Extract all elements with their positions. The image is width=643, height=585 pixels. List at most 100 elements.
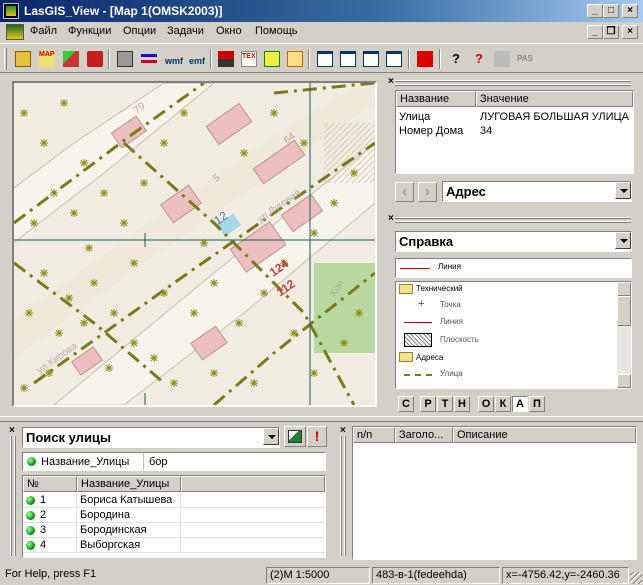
resize-grip[interactable] xyxy=(630,572,642,584)
column-header[interactable]: Название_Улицы xyxy=(77,476,181,492)
emf-export-icon[interactable]: emf xyxy=(186,48,208,70)
red-p-icon[interactable] xyxy=(414,48,436,70)
chevron-down-icon[interactable] xyxy=(263,428,279,445)
table-row[interactable]: 1 Бориса Катышева xyxy=(23,493,325,508)
column-header[interactable]: Описание xyxy=(453,427,636,443)
window-list-icon[interactable] xyxy=(360,48,382,70)
doc-restore-button[interactable]: ❐ xyxy=(603,25,619,39)
menu-tasks[interactable]: Задачи xyxy=(167,25,204,37)
tree-symbol xyxy=(270,109,278,117)
abc-button-active[interactable]: А xyxy=(512,396,528,412)
table-row[interactable]: 3 Бородинская xyxy=(23,523,325,538)
horizontal-splitter[interactable] xyxy=(0,416,643,422)
legend-item[interactable]: Линия xyxy=(440,317,463,326)
menu-options[interactable]: Опции xyxy=(123,25,156,37)
panel-grip[interactable] xyxy=(395,80,631,88)
status-dot-icon xyxy=(26,496,35,508)
chevron-down-icon[interactable] xyxy=(615,232,631,249)
book-icon[interactable] xyxy=(84,48,106,70)
doc-minimize-button[interactable]: _ xyxy=(587,25,603,39)
minimize-button[interactable]: _ xyxy=(587,4,603,18)
window-info-icon[interactable] xyxy=(314,48,336,70)
legend-item[interactable]: Плоскость xyxy=(440,335,479,344)
grid-icon[interactable] xyxy=(284,48,306,70)
tree-symbol xyxy=(170,379,178,387)
close-icon[interactable]: × xyxy=(9,425,15,436)
column-header[interactable]: Заголо... xyxy=(395,427,453,443)
menu-help[interactable]: Помощь xyxy=(255,25,298,37)
status-dot-icon xyxy=(26,541,35,553)
execute-button[interactable]: ! xyxy=(307,426,327,447)
table-row[interactable]: 2 Бородина xyxy=(23,508,325,523)
abc-button[interactable]: Р xyxy=(420,396,436,412)
open-folder-icon[interactable] xyxy=(12,48,34,70)
menu-bar: Файл Функции Опции Задачи Окно Помощь _ … xyxy=(0,22,643,42)
doc-icon[interactable] xyxy=(6,24,24,40)
tree-symbol xyxy=(160,139,168,147)
close-icon[interactable]: × xyxy=(388,76,394,87)
print-icon[interactable] xyxy=(114,48,136,70)
tex-icon[interactable]: TEX xyxy=(238,48,260,70)
legend-combo[interactable]: Справка xyxy=(395,231,632,252)
abc-button[interactable]: К xyxy=(495,396,511,412)
prev-button[interactable]: ‹ xyxy=(395,182,414,202)
app-icon[interactable] xyxy=(3,3,19,19)
column-header[interactable]: n/n xyxy=(353,427,395,443)
legend-group[interactable]: Адреса xyxy=(416,353,443,362)
abc-button[interactable]: С xyxy=(398,396,414,412)
close-button[interactable]: × xyxy=(622,4,638,18)
exchange-icon[interactable] xyxy=(138,48,160,70)
abc-button[interactable]: Т xyxy=(437,396,453,412)
scroll-thumb[interactable] xyxy=(617,296,631,326)
window-save-icon[interactable] xyxy=(383,48,405,70)
scrollbar[interactable] xyxy=(617,282,631,388)
scroll-down-button[interactable] xyxy=(617,374,631,388)
table-row[interactable]: 4 Выборгская xyxy=(23,538,325,553)
layers-icon[interactable] xyxy=(60,48,82,70)
legend-item[interactable]: Точка xyxy=(440,300,461,309)
legend-item[interactable]: Улица xyxy=(440,369,463,378)
pas-icon[interactable]: PAS xyxy=(514,48,536,70)
legend-tree[interactable]: Технический + Точка Линия Плоскость Адре… xyxy=(395,281,632,389)
column-header[interactable]: Значение xyxy=(476,91,633,107)
chevron-down-icon[interactable] xyxy=(615,182,631,199)
close-icon[interactable]: × xyxy=(340,425,346,436)
scroll-up-button[interactable] xyxy=(617,282,631,296)
map-canvas[interactable]: 12 124 112 64 5 79 ул.Луговая ул.Кирова … xyxy=(14,83,375,405)
database-icon[interactable] xyxy=(215,48,237,70)
abc-button[interactable]: О xyxy=(478,396,494,412)
context-help-icon[interactable]: ? xyxy=(468,48,490,70)
map-icon[interactable]: MAP xyxy=(36,48,58,70)
tree-symbol xyxy=(235,319,243,327)
panel-grip[interactable] xyxy=(340,436,348,556)
doc-close-button[interactable]: × xyxy=(622,25,638,39)
legend-group[interactable]: Технический xyxy=(416,284,463,293)
toolbar-grip[interactable] xyxy=(4,48,7,70)
maximize-button[interactable]: □ xyxy=(603,4,619,18)
panel-grip[interactable] xyxy=(395,217,631,225)
column-header[interactable] xyxy=(181,476,325,492)
messages-table[interactable]: n/n Заголо... Описание xyxy=(352,426,637,560)
window-warning-icon[interactable] xyxy=(337,48,359,70)
abc-button[interactable]: П xyxy=(529,396,545,412)
search-settings-button[interactable] xyxy=(284,426,306,447)
search-combo[interactable]: Поиск улицы xyxy=(22,427,280,448)
menu-functions[interactable]: Функции xyxy=(68,25,111,37)
help-icon[interactable]: ? xyxy=(445,48,467,70)
column-header[interactable]: Название xyxy=(396,91,476,107)
panel-grip[interactable] xyxy=(10,436,18,556)
menu-window[interactable]: Окно xyxy=(216,25,242,37)
next-button[interactable]: › xyxy=(418,182,437,202)
filter-value[interactable]: бор xyxy=(149,456,168,468)
dimension-icon[interactable] xyxy=(261,48,283,70)
column-header[interactable]: № xyxy=(23,476,77,492)
tree-symbol xyxy=(310,229,318,237)
menu-file[interactable]: Файл xyxy=(30,25,57,37)
tools-icon[interactable] xyxy=(491,48,513,70)
address-combo[interactable]: Адрес xyxy=(442,181,632,202)
vertical-splitter[interactable] xyxy=(380,78,388,416)
filter-row[interactable]: Название_Улицы бор xyxy=(22,452,326,471)
abc-button[interactable]: Н xyxy=(454,396,470,412)
wmf-export-icon[interactable]: wmf xyxy=(162,48,184,70)
close-icon[interactable]: × xyxy=(388,213,394,224)
